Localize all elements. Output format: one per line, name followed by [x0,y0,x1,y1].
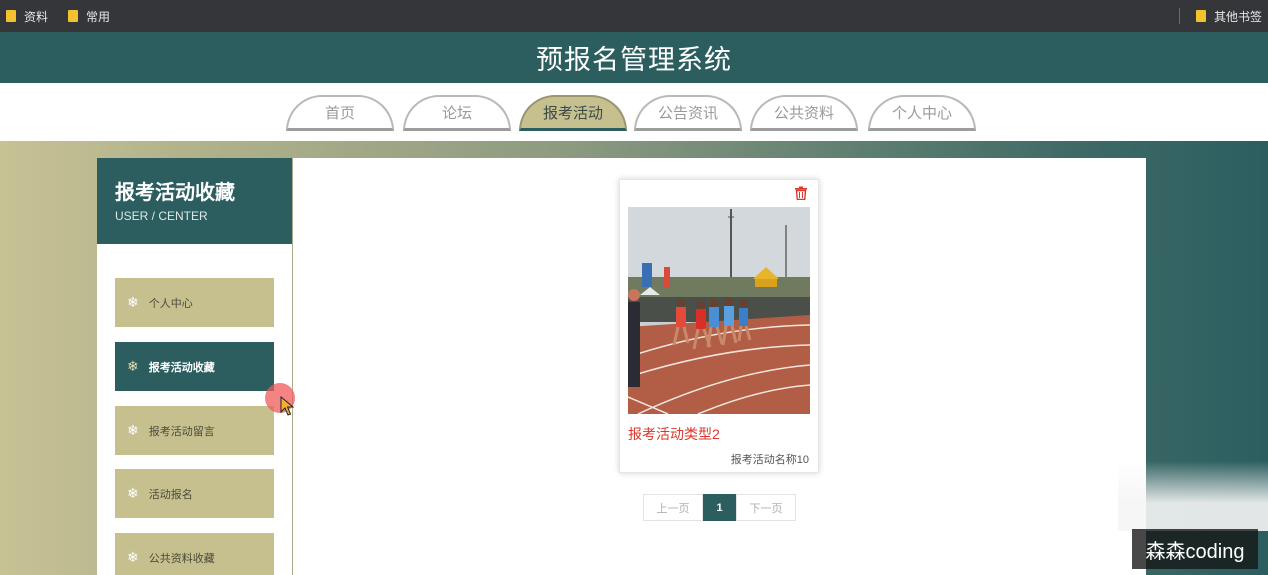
sidebar-item-activity-favorites[interactable]: ❄ 报考活动收藏 [115,342,274,391]
bookmarks-bar: 资料 常用 其他书签 [0,0,1268,32]
sidebar-item-label: 活动报名 [148,488,193,501]
bookmark-divider [1178,8,1180,24]
sidebar-item-label: 公共资料收藏 [148,552,215,565]
sidebar-item-activity-messages[interactable]: ❄ 报考活动留言 [115,406,274,455]
site-title: 预报名管理系统 [536,45,732,75]
pagination: 上一页 1 下一页 [643,494,796,521]
sidebar-item-activity-signup[interactable]: ❄ 活动报名 [115,469,274,518]
video-watermark: 森森coding [1132,529,1258,569]
folder-icon [6,10,16,22]
tab-forum[interactable]: 论坛 [403,95,511,131]
tab-public-resources[interactable]: 公共资料 [750,95,858,131]
sidebar-item-resource-favorites[interactable]: ❄ 公共资料收藏 [115,533,274,575]
sidebar-header: 报考活动收藏 USER / CENTER [97,158,292,244]
snowflake-icon: ❄ [127,485,139,501]
snowflake-icon: ❄ [127,294,139,310]
tab-exam-activity[interactable]: 报考活动 [519,95,627,131]
snowflake-icon: ❄ [127,422,139,438]
favorite-card[interactable]: 报考活动类型2 报考活动名称10 [619,179,819,473]
trash-icon[interactable] [794,186,808,200]
next-page-button[interactable]: 下一页 [736,494,796,521]
bookmark-ziliao[interactable]: 资料 [6,8,48,25]
page-number-button[interactable]: 1 [703,494,736,521]
content-panel: 报考活动类型2 报考活动名称10 上一页 1 下一页 [293,158,1146,575]
main-nav: 首页 论坛 报考活动 公告资讯 公共资料 个人中心 [0,83,1268,141]
sidebar-title: 报考活动收藏 [115,182,235,204]
prev-page-button[interactable]: 上一页 [643,494,703,521]
card-title[interactable]: 报考活动类型2 [628,424,720,444]
track-race-photo[interactable] [628,207,810,414]
snowflake-icon: ❄ [127,358,139,374]
sidebar-menu: ❄ 个人中心 ❄ 报考活动收藏 ❄ 报考活动留言 ❄ 活动报名 ❄ 公共资料收藏 [97,244,292,575]
bookmark-changyong[interactable]: 常用 [68,8,110,25]
sidebar-item-label: 报考活动留言 [148,425,215,438]
site-header: 预报名管理系统 [0,32,1268,83]
bookmark-other[interactable]: 其他书签 [1195,8,1262,25]
sidebar-item-personal-center[interactable]: ❄ 个人中心 [115,278,274,327]
tab-announcements[interactable]: 公告资讯 [634,95,742,131]
mouse-cursor-icon [280,396,294,416]
sidebar-item-label: 报考活动收藏 [148,361,215,374]
corner-fade [1118,461,1268,531]
tab-personal-center[interactable]: 个人中心 [868,95,976,131]
sidebar-item-label: 个人中心 [148,297,193,310]
sidebar-subtitle: USER / CENTER [115,209,208,223]
snowflake-icon: ❄ [127,549,139,565]
folder-icon [68,10,79,22]
card-subtitle: 报考活动名称10 [730,454,809,466]
tab-home[interactable]: 首页 [286,95,394,131]
folder-icon [1195,10,1206,22]
